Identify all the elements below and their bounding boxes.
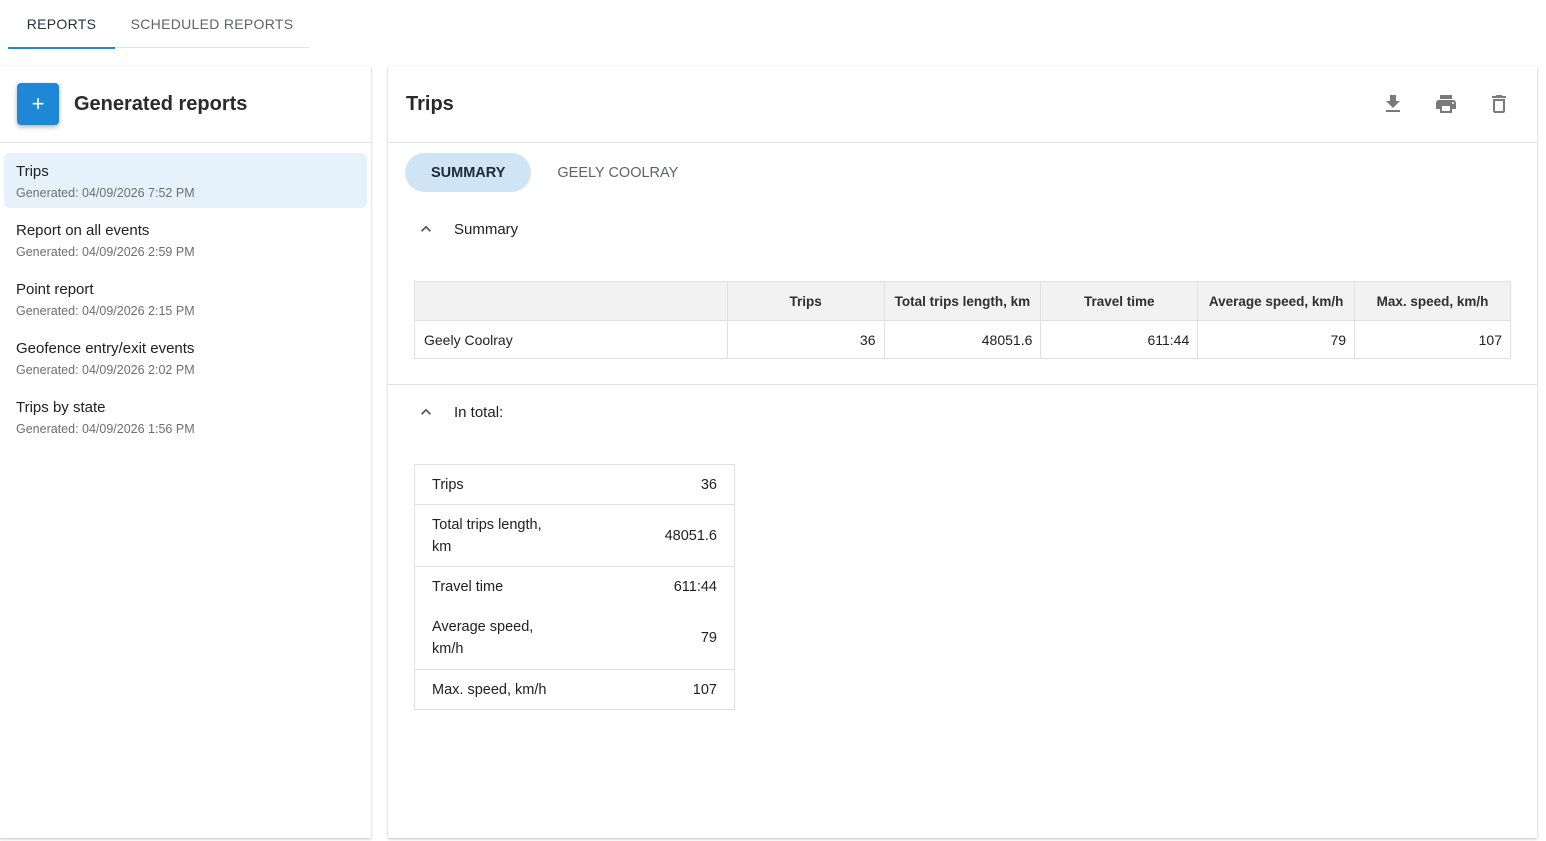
tab-scheduled-reports[interactable]: SCHEDULED REPORTS xyxy=(115,0,309,48)
column-header xyxy=(414,281,728,321)
total-label: Trips xyxy=(414,464,615,505)
report-item-point-report[interactable]: Point report Generated: 04/09/2026 2:15 … xyxy=(4,271,367,326)
report-header: Trips xyxy=(388,66,1537,143)
total-value: 107 xyxy=(692,681,717,698)
table-cell: 79 xyxy=(1197,320,1356,359)
table-cell: 611:44 xyxy=(1040,320,1199,359)
generated-reports-panel: + Generated reports Trips Generated: 04/… xyxy=(0,66,371,838)
table-cell: 107 xyxy=(1354,320,1511,359)
report-list: Trips Generated: 04/09/2026 7:52 PM Repo… xyxy=(0,143,371,444)
total-value: 36 xyxy=(614,464,735,505)
total-label-text: Average speed, km/h xyxy=(432,618,534,657)
table-row: Average speed, km/h 79 xyxy=(414,606,735,670)
report-actions xyxy=(1378,90,1513,119)
column-header: Trips xyxy=(726,281,885,321)
report-name: Geofence entry/exit events xyxy=(16,340,195,357)
report-item-trips-by-state[interactable]: Trips by state Generated: 04/09/2026 1:5… xyxy=(4,389,367,444)
tab-summary[interactable]: SUMMARY xyxy=(405,153,532,192)
section-label: Summary xyxy=(454,220,519,238)
report-name: Trips xyxy=(16,163,49,180)
report-item-geofence[interactable]: Geofence entry/exit events Generated: 04… xyxy=(4,330,367,385)
column-header: Average speed, km/h xyxy=(1197,281,1356,321)
chevron-up-icon xyxy=(416,402,436,422)
report-date: Generated: 04/09/2026 2:59 PM xyxy=(16,245,195,259)
report-view-panel: Trips SUMMARY GEELY COOLRAY Summary Trip… xyxy=(388,66,1537,838)
table-cell: Geely Coolray xyxy=(414,320,728,359)
summary-table: Trips Total trips length, km Travel time… xyxy=(414,281,1511,359)
report-item-trips[interactable]: Trips Generated: 04/09/2026 7:52 PM xyxy=(4,153,367,208)
table-row: Trips 36 xyxy=(414,464,735,505)
total-label-text: Total trips length, km xyxy=(432,516,542,555)
total-label: Total trips length, km xyxy=(414,504,615,567)
table-row: Total trips length, km 48051.6 xyxy=(414,504,735,567)
print-icon[interactable] xyxy=(1431,90,1460,119)
panel-title: Generated reports xyxy=(74,92,248,115)
table-cell: 48051.6 xyxy=(883,320,1042,359)
tab-geely-coolray[interactable]: GEELY COOLRAY xyxy=(531,153,704,192)
report-date: Generated: 04/09/2026 2:15 PM xyxy=(16,304,195,318)
totals-table: Trips 36 Total trips length, km 48051.6 … xyxy=(414,464,735,710)
report-name: Report on all events xyxy=(16,222,150,239)
column-header: Total trips length, km xyxy=(883,281,1042,321)
add-report-button[interactable]: + xyxy=(17,83,59,125)
delete-icon[interactable] xyxy=(1484,90,1513,119)
table-cell: 36 xyxy=(726,320,885,359)
chevron-up-icon xyxy=(416,219,436,239)
download-icon[interactable] xyxy=(1378,90,1407,119)
table-row: Travel time 611:44 xyxy=(415,567,735,607)
totals-section-toggle[interactable]: In total: xyxy=(388,392,503,432)
total-label: Average speed, km/h xyxy=(414,606,615,670)
table-header-row: Trips Total trips length, km Travel time… xyxy=(414,281,1511,321)
report-date: Generated: 04/09/2026 1:56 PM xyxy=(16,422,195,436)
total-value: 79 xyxy=(614,606,735,670)
generated-reports-header: + Generated reports xyxy=(0,66,371,143)
summary-section-toggle[interactable]: Summary xyxy=(388,209,518,249)
top-tabs: REPORTS SCHEDULED REPORTS xyxy=(8,0,309,49)
report-date: Generated: 04/09/2026 7:52 PM xyxy=(16,186,195,200)
report-date: Generated: 04/09/2026 2:02 PM xyxy=(16,363,195,377)
total-label: Max. speed, km/h xyxy=(432,681,547,698)
section-divider xyxy=(388,384,1537,385)
table-row: Max. speed, km/h 107 xyxy=(415,670,735,710)
totals-table-container: Trips 36 Total trips length, km 48051.6 … xyxy=(414,464,735,710)
total-label: Travel time xyxy=(432,578,504,595)
column-header: Travel time xyxy=(1040,281,1199,321)
report-name: Point report xyxy=(16,281,94,298)
summary-table-container: Trips Total trips length, km Travel time… xyxy=(414,281,1511,359)
report-name: Trips by state xyxy=(16,399,106,416)
report-title: Trips xyxy=(406,92,454,115)
total-value: 611:44 xyxy=(673,578,717,595)
report-tabs: SUMMARY GEELY COOLRAY xyxy=(388,143,1537,201)
tab-reports[interactable]: REPORTS xyxy=(8,0,115,49)
table-row: Geely Coolray 36 48051.6 611:44 79 107 xyxy=(414,320,1511,359)
total-value: 48051.6 xyxy=(614,504,735,567)
column-header: Max. speed, km/h xyxy=(1354,281,1511,321)
section-label: In total: xyxy=(454,403,504,421)
report-item-all-events[interactable]: Report on all events Generated: 04/09/20… xyxy=(4,212,367,267)
